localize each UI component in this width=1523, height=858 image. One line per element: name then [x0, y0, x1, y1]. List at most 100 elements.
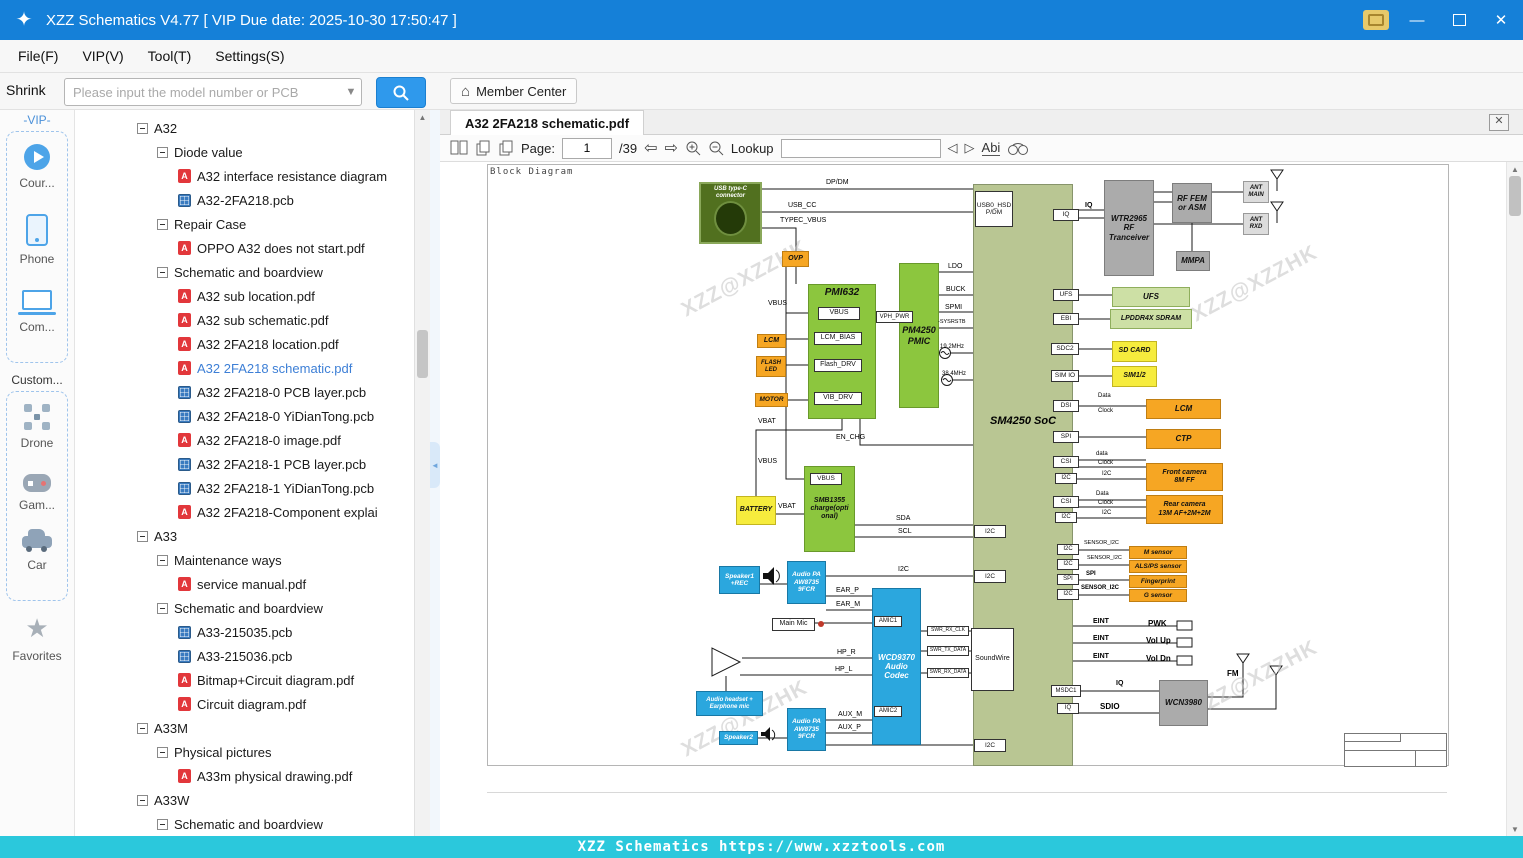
scroll-down-icon[interactable]: ▼	[1507, 825, 1523, 834]
tree-item-label: A32 2FA218-0 image.pdf	[197, 432, 341, 448]
collapse-icon[interactable]	[137, 794, 148, 806]
sidebar-item-car[interactable]: Car	[7, 529, 67, 572]
pdf-file-icon	[178, 697, 191, 711]
sidebar-item-label: Favorites	[12, 649, 62, 663]
tree-item[interactable]: A32 2FA218-0 YiDianTong.pcb	[75, 404, 415, 428]
search-input[interactable]	[65, 84, 341, 100]
binoculars-icon[interactable]	[1007, 141, 1029, 156]
tree-scrollbar-thumb[interactable]	[417, 330, 428, 378]
panel-splitter[interactable]: ◄	[430, 110, 440, 836]
tree-item[interactable]: A32 2FA218-1 PCB layer.pcb	[75, 452, 415, 476]
collapse-icon[interactable]	[157, 602, 168, 614]
vip-card-icon[interactable]	[1363, 10, 1389, 30]
tree-item[interactable]: A33W	[75, 788, 415, 812]
document-tab[interactable]: A32 2FA218 schematic.pdf	[450, 110, 645, 135]
tree-item[interactable]: A32 2FA218-Component explai	[75, 500, 415, 524]
tree-item[interactable]: Diode value	[75, 140, 415, 164]
zoom-out-icon[interactable]	[708, 140, 724, 156]
lookup-input[interactable]	[780, 138, 941, 158]
shrink-button[interactable]: Shrink	[6, 82, 46, 98]
tree-item[interactable]: A33M	[75, 716, 415, 740]
tree-item[interactable]: A32	[75, 116, 415, 140]
next-page-icon[interactable]: ⇨	[664, 138, 677, 158]
collapse-icon[interactable]	[137, 122, 148, 134]
menu-item-toolt[interactable]: Tool(T)	[136, 48, 204, 64]
menu-item-settingss[interactable]: Settings(S)	[203, 48, 296, 64]
collapse-icon[interactable]	[157, 266, 168, 278]
tree-item-label: Diode value	[174, 144, 243, 160]
pdf-toolbar: Page: /39 ⇦ ⇨ Lookup ◁ ▷ Abi	[440, 135, 1523, 162]
tree-item[interactable]: A33-215036.pcb	[75, 644, 415, 668]
scroll-up-icon[interactable]: ▲	[415, 110, 430, 122]
page-number-input[interactable]	[561, 137, 612, 159]
tree-item[interactable]: A32 sub location.pdf	[75, 284, 415, 308]
zoom-in-icon[interactable]	[685, 140, 701, 156]
ant-main: ANT MAIN	[1243, 181, 1269, 203]
tree-item[interactable]: A32 2FA218-1 YiDianTong.pcb	[75, 476, 415, 500]
maximize-button[interactable]	[1445, 6, 1473, 34]
menu-item-filef[interactable]: File(F)	[6, 48, 70, 64]
tree-item-label: A32 2FA218-1 PCB layer.pcb	[197, 456, 367, 472]
scroll-up-icon[interactable]: ▲	[1507, 162, 1523, 174]
close-button[interactable]: ✕	[1487, 6, 1515, 34]
port-i2c-left3: I2C	[974, 739, 1006, 752]
close-document-icon[interactable]: ✕	[1489, 114, 1509, 131]
tree-item[interactable]: A32 2FA218 schematic.pdf	[75, 356, 415, 380]
sidebar-item-drone[interactable]: Drone	[7, 404, 67, 450]
chevron-down-icon[interactable]: ▼	[341, 86, 361, 98]
collapse-panel-handle[interactable]: ◄	[430, 442, 440, 488]
viewer-scrollbar[interactable]: ▲ ▼	[1506, 162, 1523, 836]
tree-item-label: A32-2FA218.pcb	[197, 192, 294, 208]
match-case-toggle[interactable]: Abi	[981, 140, 1001, 156]
tree-item[interactable]: A32 2FA218-0 image.pdf	[75, 428, 415, 452]
paste-page-icon[interactable]	[498, 140, 514, 156]
collapse-icon[interactable]	[157, 146, 168, 158]
tree-item[interactable]: A33-215035.pcb	[75, 620, 415, 644]
collapse-icon[interactable]	[137, 722, 148, 734]
tree-item[interactable]: A33m physical drawing.pdf	[75, 764, 415, 788]
collapse-icon[interactable]	[157, 218, 168, 230]
tree-item[interactable]: A32 interface resistance diagram	[75, 164, 415, 188]
pdf-file-icon	[178, 361, 191, 375]
find-previous-icon[interactable]: ◁	[948, 140, 958, 156]
sd-card: SD CARD	[1112, 341, 1157, 362]
tree-item[interactable]: Schematic and boardview	[75, 260, 415, 284]
copy-page-icon[interactable]	[475, 140, 491, 156]
tree-item[interactable]: A32-2FA218.pcb	[75, 188, 415, 212]
tree-item[interactable]: service manual.pdf	[75, 572, 415, 596]
search-button[interactable]	[376, 77, 426, 108]
tree-item-label: Bitmap+Circuit diagram.pdf	[197, 672, 355, 688]
collapse-icon[interactable]	[157, 554, 168, 566]
tree-item[interactable]: Maintenance ways	[75, 548, 415, 572]
pcb-file-icon	[178, 193, 191, 207]
title-bar: ✦ XZZ Schematics V4.77 [ VIP Due date: 2…	[0, 0, 1523, 40]
sidebar-item-gam[interactable]: Gam...	[7, 474, 67, 512]
previous-page-icon[interactable]: ⇦	[644, 138, 657, 158]
tree-item[interactable]: A32 sub schematic.pdf	[75, 308, 415, 332]
tree-item[interactable]: A32 2FA218-0 PCB layer.pcb	[75, 380, 415, 404]
member-center-button[interactable]: ⌂ Member Center	[450, 78, 578, 104]
tree-item[interactable]: Schematic and boardview	[75, 812, 415, 836]
collapse-icon[interactable]	[157, 818, 168, 830]
menu-item-vipv[interactable]: VIP(V)	[70, 48, 135, 64]
pdf-content[interactable]: Block Diagram XZZ@XZZHK XZZ@XZZHK XZZ@XZ…	[440, 162, 1507, 836]
sidebar-item-phone[interactable]: Phone	[7, 214, 67, 266]
collapse-icon[interactable]	[137, 530, 148, 542]
tree-item[interactable]: A32 2FA218 location.pdf	[75, 332, 415, 356]
sidebar-item-favorites[interactable]: Favorites	[0, 615, 74, 663]
tree-item[interactable]: Physical pictures	[75, 740, 415, 764]
find-next-icon[interactable]: ▷	[965, 140, 975, 156]
two-page-view-icon[interactable]	[450, 140, 468, 156]
tree-item[interactable]: OPPO A32 does not start.pdf	[75, 236, 415, 260]
tree-item[interactable]: Schematic and boardview	[75, 596, 415, 620]
tree-item[interactable]: Circuit diagram.pdf	[75, 692, 415, 716]
tree-item[interactable]: Bitmap+Circuit diagram.pdf	[75, 668, 415, 692]
sidebar-item-com[interactable]: Com...	[7, 290, 67, 334]
tree-scrollbar[interactable]: ▲	[414, 110, 430, 836]
tree-item[interactable]: A33	[75, 524, 415, 548]
sidebar-item-cour[interactable]: Cour...	[7, 144, 67, 190]
tree-item[interactable]: Repair Case	[75, 212, 415, 236]
viewer-scrollbar-thumb[interactable]	[1509, 176, 1521, 216]
minimize-button[interactable]: —	[1403, 6, 1431, 34]
collapse-icon[interactable]	[157, 746, 168, 758]
